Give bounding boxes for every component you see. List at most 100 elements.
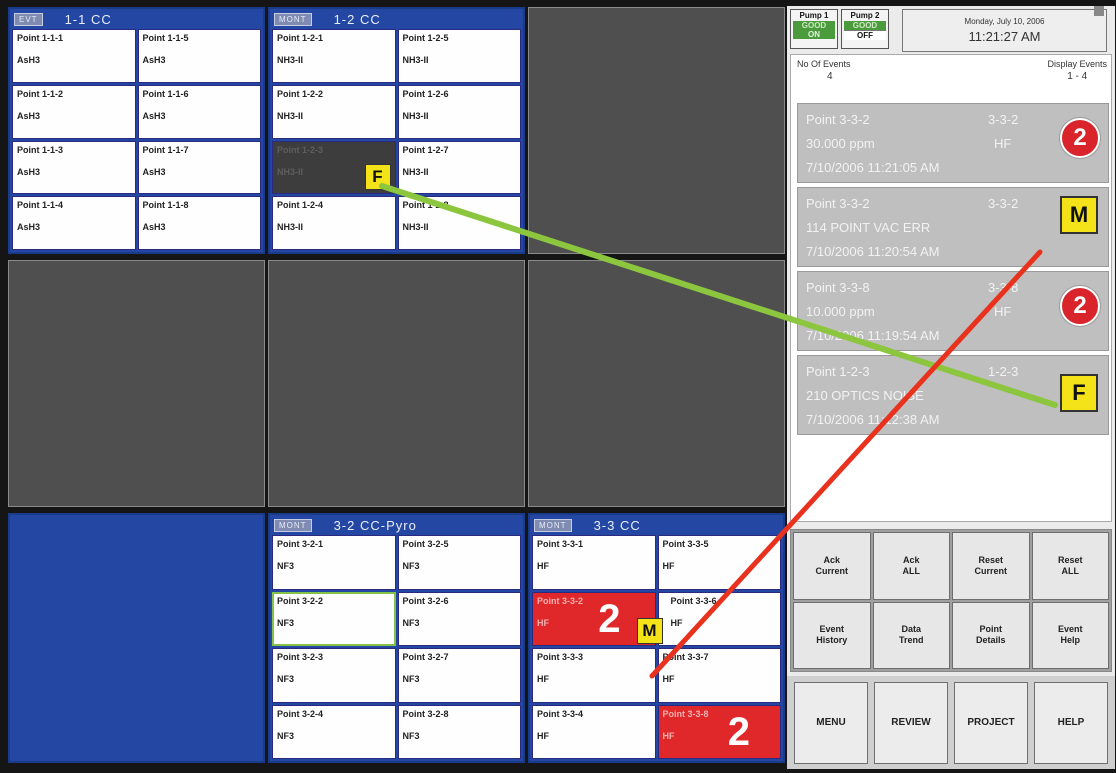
- point-cell[interactable]: Point 3-3-5 HF: [657, 535, 781, 590]
- point-cell[interactable]: Point 1-1-1 AsH3: [12, 29, 136, 83]
- point-cell[interactable]: Point 3-3-7 HF: [657, 648, 781, 703]
- reset-all-button[interactable]: Reset ALL: [1031, 532, 1109, 600]
- point-gas: AsH3: [142, 55, 166, 65]
- point-cell[interactable]: Point 3-3-1 HF: [532, 535, 656, 590]
- panel-title: 1-2 CC: [333, 11, 381, 27]
- help-button[interactable]: HELP: [1034, 681, 1108, 764]
- event-history-button[interactable]: Event History: [793, 601, 871, 669]
- point-name: Point 1-2-2: [277, 88, 324, 99]
- action-button-grid: Ack Current Ack ALL Reset Current Reset …: [790, 529, 1112, 672]
- current-date: Monday, July 10, 2006: [964, 17, 1045, 26]
- reset-current-button[interactable]: Reset Current: [952, 532, 1030, 600]
- point-name: Point 1-2-7: [402, 144, 449, 155]
- point-gas: NF3: [277, 561, 295, 571]
- point-cell[interactable]: Point 3-3-4 HF: [532, 704, 656, 759]
- point-name: Point 3-3-7: [662, 652, 709, 662]
- app-window: EVT 1-1 CC Point 1-1-1 AsH3 Point 1-1-5 As…: [0, 0, 1116, 773]
- panel-header: EVT 1-1 CC: [10, 9, 263, 29]
- point-name: Point 3-2-8: [402, 708, 449, 719]
- point-gas: AsH3: [142, 222, 166, 233]
- event-reading: 210 OPTICS NOISE: [806, 388, 924, 403]
- ack-current-button[interactable]: Ack Current: [793, 532, 871, 600]
- review-button[interactable]: REVIEW: [874, 681, 948, 764]
- event-point: Point 3-3-8: [806, 280, 870, 295]
- point-cell[interactable]: Point 1-1-3 AsH3: [12, 140, 136, 195]
- point-cell-alarm[interactable]: Point 3-3-2 HF 2 M: [532, 591, 663, 646]
- point-cell[interactable]: Point 3-2-5 NF3: [397, 535, 521, 590]
- point-cell[interactable]: Point 3-2-4 NF3: [272, 704, 396, 759]
- data-trend-button[interactable]: Data Trend: [872, 601, 950, 669]
- point-gas: NH3-II: [277, 222, 304, 233]
- pump-label: Pump 1: [799, 11, 829, 20]
- window-menu-icon[interactable]: [1094, 6, 1104, 16]
- point-gas: HF: [662, 674, 675, 684]
- point-cell[interactable]: Point 1-2-6 NH3-II: [397, 84, 521, 139]
- point-cell[interactable]: Point 1-2-4 NH3-II: [272, 196, 396, 250]
- event-item[interactable]: Point 3-3-8 3-3-8 10.000 ppm HF 7/10/200…: [797, 271, 1109, 351]
- point-cell[interactable]: Point 1-2-1 NH3-II: [272, 29, 396, 83]
- point-cell[interactable]: Point 1-1-6 AsH3: [137, 84, 261, 139]
- point-cell[interactable]: Point 1-2-8 NH3-II: [397, 196, 521, 250]
- point-gas: AsH3: [142, 110, 166, 121]
- point-cell[interactable]: Point 1-2-5 NH3-II: [397, 29, 521, 83]
- point-cell[interactable]: Point 1-1-4 AsH3: [12, 196, 136, 250]
- event-list: No Of Events 4 Display Events 1 - 4 Poin…: [790, 54, 1112, 522]
- point-grid: Point 1-1-1 AsH3 Point 1-1-5 AsH3 Point 1-…: [12, 29, 261, 250]
- empty-panel-slot: [8, 260, 265, 507]
- pump-2-status[interactable]: Pump 2 GOOD OFF: [841, 9, 889, 49]
- event-item[interactable]: Point 3-3-2 3-3-2 30.000 ppm HF 7/10/200…: [797, 103, 1109, 183]
- display-events-label: Display Events: [1047, 59, 1107, 69]
- pump-1-status[interactable]: Pump 1 GOOD ON: [790, 9, 838, 49]
- event-reading: 114 POINT VAC ERR: [806, 220, 931, 235]
- point-name: Point 3-2-1: [277, 539, 324, 549]
- empty-panel-slot: [528, 7, 785, 254]
- point-name: Point 1-1-1: [17, 33, 64, 43]
- fault-badge[interactable]: F: [364, 163, 391, 190]
- panel-1-2: MONT 1-2 CC Point 1-2-1 NH3-II Point 1-2-…: [268, 7, 525, 254]
- ack-all-button[interactable]: Ack ALL: [872, 532, 950, 600]
- point-cell[interactable]: Point 1-1-5 AsH3: [137, 29, 261, 83]
- point-gas: AsH3: [17, 110, 41, 121]
- point-cell[interactable]: Point 3-3-3 HF: [532, 648, 656, 703]
- project-button[interactable]: PROJECT: [954, 681, 1028, 764]
- pump-run-status: OFF: [844, 30, 886, 40]
- event-help-button[interactable]: Event Help: [1031, 601, 1109, 669]
- event-timestamp: 7/10/2006 11:20:54 AM: [806, 244, 940, 259]
- point-cell[interactable]: Point 3-2-7 NF3: [397, 648, 521, 703]
- point-name: Point 1-2-5: [402, 33, 449, 43]
- point-gas: NF3: [277, 674, 295, 684]
- panel-status-tag: EVT: [14, 12, 43, 26]
- point-name: Point 1-1-8: [142, 200, 189, 211]
- event-item[interactable]: Point 1-2-3 1-2-3 210 OPTICS NOISE 7/10/…: [797, 355, 1109, 435]
- point-cell[interactable]: Point 1-2-7 NH3-II: [397, 140, 521, 195]
- point-gas: NH3-II: [402, 55, 429, 65]
- menu-button[interactable]: MENU: [794, 681, 868, 764]
- event-item[interactable]: Point 3-3-2 3-3-2 114 POINT VAC ERR 7/10…: [797, 187, 1109, 267]
- point-cell[interactable]: Point 3-2-6 NF3: [397, 591, 521, 646]
- point-cell-alarm[interactable]: Point 3-3-8 HF 2: [657, 704, 781, 759]
- point-gas: NH3-II: [402, 110, 429, 121]
- point-cell-fault[interactable]: Point 1-2-3 NH3-II F: [272, 140, 396, 195]
- panel-title: 3-2 CC-Pyro: [333, 517, 417, 533]
- point-details-button[interactable]: Point Details: [952, 601, 1030, 669]
- point-cell[interactable]: Point 1-1-2 AsH3: [12, 84, 136, 139]
- point-cell[interactable]: Point 1-1-7 AsH3: [137, 140, 261, 195]
- point-cell[interactable]: Point 3-3-6 HF: [657, 591, 781, 646]
- alarm-level-indicator: 2: [598, 596, 621, 641]
- point-name: Point 1-2-1: [277, 33, 324, 43]
- panel-header: MONT 3-3 CC: [530, 515, 783, 535]
- point-gas: NF3: [402, 617, 420, 628]
- maintenance-badge[interactable]: M: [636, 617, 663, 644]
- point-cell[interactable]: Point 3-2-8 NF3: [397, 704, 521, 759]
- point-cell[interactable]: Point 1-2-2 NH3-II: [272, 84, 396, 139]
- point-grid: Point 3-2-1 NF3 Point 3-2-5 NF3 Point 3-2-…: [272, 535, 521, 759]
- point-cell[interactable]: Point 1-1-8 AsH3: [137, 196, 261, 250]
- display-events-value: 1 - 4: [1067, 71, 1088, 82]
- point-name: Point 3-2-3: [277, 652, 324, 662]
- point-cell[interactable]: Point 3-2-3 NF3: [272, 648, 396, 703]
- pump-run-status: ON: [793, 30, 835, 39]
- point-cell-selected[interactable]: Point 3-2-2 NF3: [272, 591, 396, 646]
- pump-state: GOOD: [793, 21, 835, 30]
- point-gas: NF3: [402, 561, 420, 571]
- point-cell[interactable]: Point 3-2-1 NF3: [272, 535, 396, 590]
